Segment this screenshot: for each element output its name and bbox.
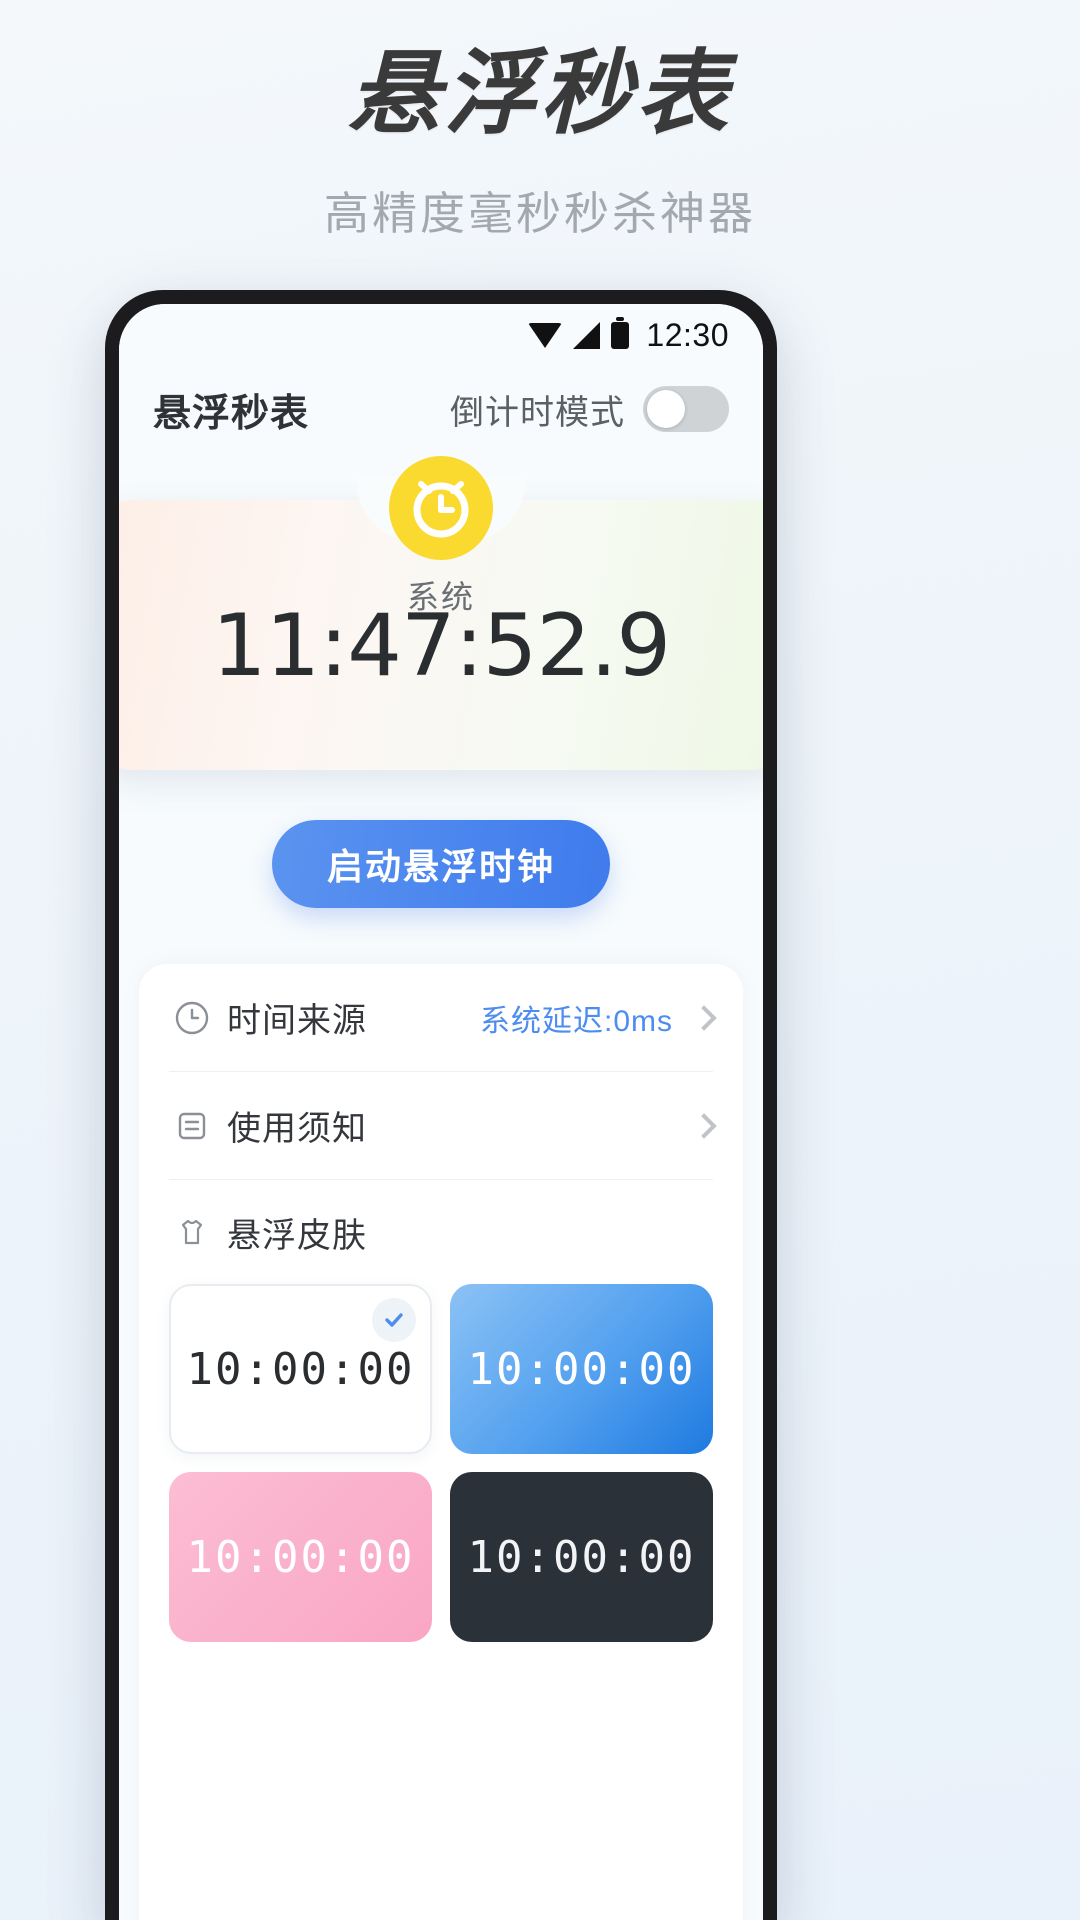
chevron-right-icon — [691, 1004, 717, 1031]
status-bar-time: 12:30 — [646, 316, 729, 353]
settings-panel: 时间来源 系统 延迟:0ms 使用须知 悬浮皮肤 10:00:00 10:00:… — [139, 964, 743, 1920]
app-bar-actions: 倒计时模式 — [450, 385, 729, 434]
clock-icon — [169, 999, 215, 1037]
app-title: 悬浮秒表 — [153, 392, 310, 435]
page-title: 悬浮秒表 — [347, 43, 732, 145]
promo-header: 悬浮秒表 高精度毫秒秒杀神器 — [0, 0, 1080, 242]
skin-card-blue[interactable]: 10:00:00 — [450, 1284, 713, 1454]
document-icon — [169, 1107, 215, 1145]
toggle-knob — [647, 390, 685, 428]
skin-time-preview: 10:00:00 — [467, 1343, 696, 1395]
settings-row-usage-notes[interactable]: 使用须知 — [169, 1072, 717, 1180]
clock-time-display: 11:47:52.9 — [211, 596, 671, 696]
page-subtitle: 高精度毫秒秒杀神器 — [323, 187, 756, 239]
time-source-latency: 延迟:0ms — [541, 1004, 673, 1038]
status-bar: 12:30 — [119, 304, 763, 366]
countdown-mode-toggle[interactable] — [643, 386, 729, 432]
tshirt-icon — [169, 1213, 215, 1251]
skin-card-pink[interactable]: 10:00:00 — [169, 1472, 432, 1642]
phone-screen: 12:30 悬浮秒表 倒计时模式 系统 11:47:52.9 启动悬浮时钟 时间… — [119, 304, 763, 1920]
settings-row-label: 使用须知 — [227, 1110, 367, 1148]
chevron-right-icon — [691, 1112, 717, 1139]
battery-icon — [611, 316, 630, 349]
floating-clock-section: 系统 11:47:52.9 — [119, 456, 763, 800]
alarm-clock-icon — [389, 456, 493, 560]
skins-section-header: 悬浮皮肤 — [169, 1180, 713, 1284]
primary-button-row: 启动悬浮时钟 — [119, 820, 763, 908]
settings-row-label: 时间来源 — [227, 1002, 367, 1040]
skin-time-preview: 10:00:00 — [186, 1531, 415, 1583]
skin-time-preview: 10:00:00 — [186, 1343, 415, 1395]
skin-card-dark[interactable]: 10:00:00 — [450, 1472, 713, 1642]
skins-grid: 10:00:00 10:00:00 10:00:00 10:00:00 — [169, 1284, 713, 1642]
wifi-icon — [528, 322, 563, 348]
time-source-value: 系统 — [479, 1004, 542, 1038]
check-icon — [372, 1298, 416, 1342]
skin-card-white[interactable]: 10:00:00 — [169, 1284, 432, 1454]
countdown-mode-label: 倒计时模式 — [450, 393, 625, 432]
settings-row-time-source[interactable]: 时间来源 系统 延迟:0ms — [169, 964, 717, 1072]
signal-icon — [573, 321, 601, 349]
skin-time-preview: 10:00:00 — [467, 1531, 696, 1583]
skins-section-label: 悬浮皮肤 — [227, 1216, 367, 1255]
phone-mockup: 12:30 悬浮秒表 倒计时模式 系统 11:47:52.9 启动悬浮时钟 时间… — [105, 290, 777, 1920]
start-floating-clock-button[interactable]: 启动悬浮时钟 — [272, 820, 610, 908]
app-bar: 悬浮秒表 倒计时模式 — [119, 366, 763, 452]
